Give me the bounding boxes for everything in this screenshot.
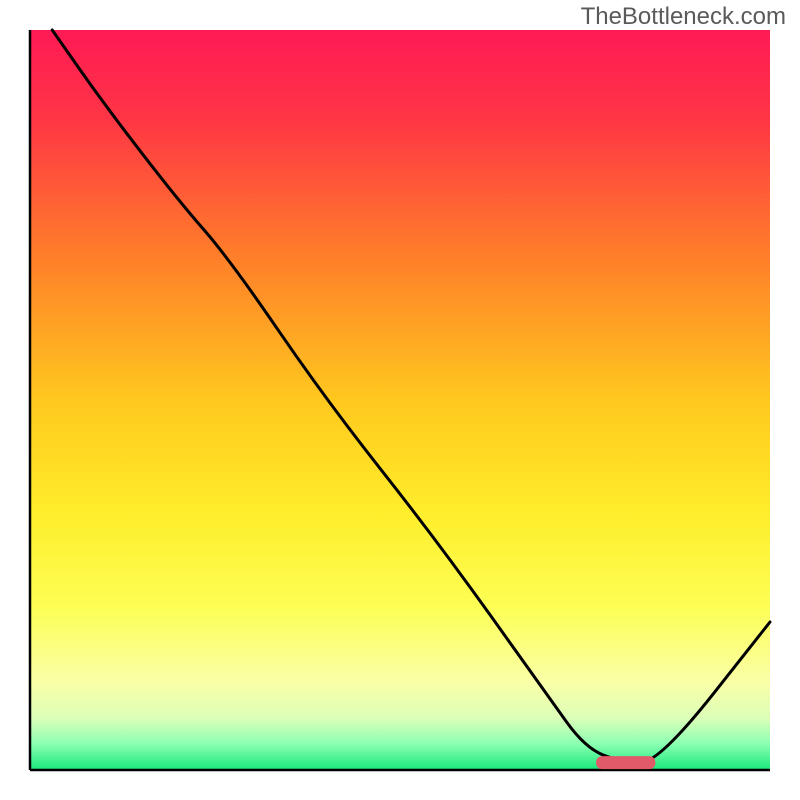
chart-container: TheBottleneck.com xyxy=(0,0,800,800)
bottleneck-chart xyxy=(0,0,800,800)
watermark-text: TheBottleneck.com xyxy=(581,3,786,31)
plot-background xyxy=(30,30,770,770)
optimal-marker xyxy=(596,756,655,769)
